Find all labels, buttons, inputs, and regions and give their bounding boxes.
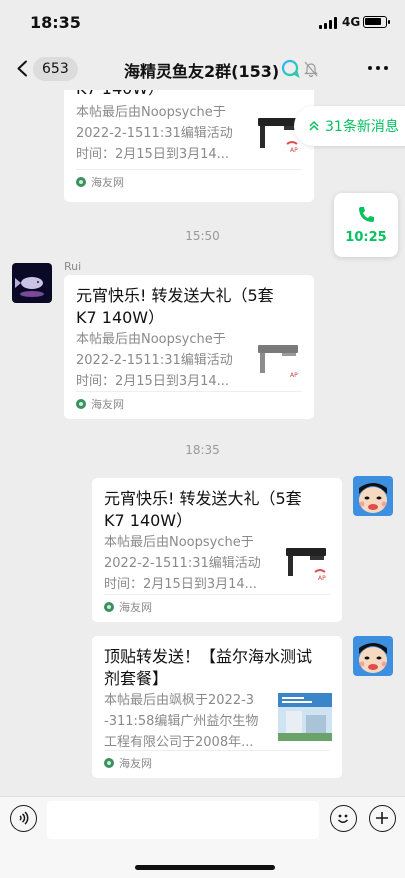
message-input[interactable] xyxy=(47,801,319,839)
card-title: 元宵快乐! 转发送大礼（5套 K7 140W） xyxy=(76,285,274,329)
card-divider xyxy=(76,391,302,392)
avatar[interactable] xyxy=(12,263,52,303)
plus-icon xyxy=(376,812,388,824)
card-divider xyxy=(104,750,330,751)
card-desc: 本帖最后由Noopsyche于 2022-2-1511:31编辑活动 时间：2月… xyxy=(76,102,248,165)
card-desc: 本帖最后由Noopsyche于 2022-2-1511:31编辑活动 时间：2月… xyxy=(76,329,248,392)
card-desc-line: 2022-2-1511:31编辑活动 xyxy=(104,556,261,571)
card-desc-line: 本帖最后由Noopsyche于 xyxy=(104,535,254,550)
haiyou-logo-icon xyxy=(104,602,114,612)
haiyou-logo-icon xyxy=(104,758,114,768)
bell-muted-icon xyxy=(304,61,318,77)
card-title-line: 顶贴转发送！【益尔海水测试 xyxy=(104,647,313,666)
nav-bar: 653 海精灵鱼友2群(153) xyxy=(0,48,405,90)
card-source: 海友网 xyxy=(76,396,124,412)
chat-bubbles-icon[interactable] xyxy=(281,59,301,79)
card-title-line: K7 140W） xyxy=(76,308,165,327)
call-duration: 10:25 xyxy=(345,230,387,245)
card-desc: 本帖最后由飒枫于2022-3 -311:58编辑广州益尔生物 工程有限公司于20… xyxy=(104,690,276,753)
card-desc-line: 2022-2-1511:31编辑活动 xyxy=(76,126,233,141)
link-card[interactable]: 元宵快乐! 转发送大礼（5套 K7 140W） 本帖最后由Noopsyche于 … xyxy=(92,478,342,622)
timestamp: 18:35 xyxy=(185,443,220,457)
unread-count-badge[interactable]: 653 xyxy=(33,57,78,81)
home-indicator xyxy=(135,865,275,870)
emoji-button[interactable] xyxy=(330,805,357,832)
battery-fill xyxy=(365,18,381,25)
chat-title: 海精灵鱼友2群(153) xyxy=(124,62,280,81)
source-label: 海友网 xyxy=(119,601,152,614)
card-source: 海友网 xyxy=(76,174,124,190)
new-messages-button[interactable]: 31条新消息 xyxy=(294,106,405,146)
card-source: 海友网 xyxy=(104,755,152,771)
card-title-line: K7 140W） xyxy=(76,90,164,100)
card-title: 顶贴转发送！【益尔海水测试 剂套餐】 xyxy=(104,646,312,690)
voice-icon xyxy=(19,811,29,825)
more-dots-icon[interactable] xyxy=(368,66,388,72)
product-thumbnail: AP xyxy=(286,548,326,582)
card-divider xyxy=(76,169,302,170)
card-title-line: K7 140W） xyxy=(104,511,193,530)
svg-text:AP: AP xyxy=(290,147,298,154)
card-desc-line: 本帖最后由飒枫于2022-3 xyxy=(104,693,255,708)
input-bar xyxy=(0,796,405,878)
card-divider xyxy=(104,594,330,595)
status-bar: 18:35 4G xyxy=(0,0,405,44)
chevron-left-icon[interactable] xyxy=(16,60,28,77)
source-label: 海友网 xyxy=(91,176,124,189)
card-source: 海友网 xyxy=(104,599,152,615)
more-functions-button[interactable] xyxy=(369,805,396,832)
status-time: 18:35 xyxy=(30,13,81,32)
card-title-line: 元宵快乐! 转发送大礼（5套 xyxy=(104,489,302,508)
link-card[interactable]: 顶贴转发送！【益尔海水测试 剂套餐】 本帖最后由飒枫于2022-3 -311:5… xyxy=(92,636,342,778)
link-card[interactable]: 元宵快乐! 转发送大礼（5套 K7 140W） 本帖最后由Noopsyche于 … xyxy=(64,275,314,419)
card-desc-line: 2022-2-1511:31编辑活动 xyxy=(76,353,233,368)
source-label: 海友网 xyxy=(91,398,124,411)
haiyou-logo-icon xyxy=(76,177,86,187)
source-label: 海友网 xyxy=(119,757,152,770)
smiley-icon xyxy=(337,814,349,823)
voice-button[interactable] xyxy=(10,805,37,832)
card-desc-line: 本帖最后由Noopsyche于 xyxy=(76,105,226,120)
card-desc: 本帖最后由Noopsyche于 2022-2-1511:31编辑活动 时间：2月… xyxy=(104,532,276,595)
card-title-line: 元宵快乐! 转发送大礼（5套 xyxy=(76,286,274,305)
fish-avatar-icon xyxy=(12,263,52,303)
call-float-button[interactable]: 10:25 xyxy=(334,193,398,257)
svg-text:AP: AP xyxy=(290,372,298,379)
product-thumbnail: AP xyxy=(258,345,298,379)
new-messages-label: 31条新消息 xyxy=(325,119,399,135)
card-desc-line: 本帖最后由Noopsyche于 xyxy=(76,332,226,347)
card-title: K7 140W） xyxy=(76,90,164,100)
card-title: 元宵快乐! 转发送大礼（5套 K7 140W） xyxy=(104,488,302,532)
svg-text:AP: AP xyxy=(318,575,326,582)
network-type: 4G xyxy=(342,15,361,29)
card-desc-line: 时间：2月15日到3月14... xyxy=(76,147,230,162)
card-desc-line: -311:58编辑广州益尔生物 xyxy=(104,714,259,729)
phone-icon xyxy=(359,207,374,222)
card-title-line: 剂套餐】 xyxy=(104,669,169,688)
avatar[interactable] xyxy=(353,476,393,516)
card-desc-line: 时间：2月15日到3月14... xyxy=(104,577,258,592)
sender-name: Rui xyxy=(64,260,82,273)
cartoon-avatar-icon xyxy=(353,636,393,676)
product-thumbnail xyxy=(278,693,332,741)
haiyou-logo-icon xyxy=(76,399,86,409)
battery-icon xyxy=(363,16,390,28)
avatar[interactable] xyxy=(353,636,393,676)
cartoon-avatar-icon xyxy=(353,476,393,516)
card-desc-line: 时间：2月15日到3月14... xyxy=(76,374,230,389)
link-card[interactable]: K7 140W） 本帖最后由Noopsyche于 2022-2-1511:31编… xyxy=(64,90,314,202)
signal-icon xyxy=(319,17,337,29)
double-chevron-up-icon xyxy=(309,120,319,131)
